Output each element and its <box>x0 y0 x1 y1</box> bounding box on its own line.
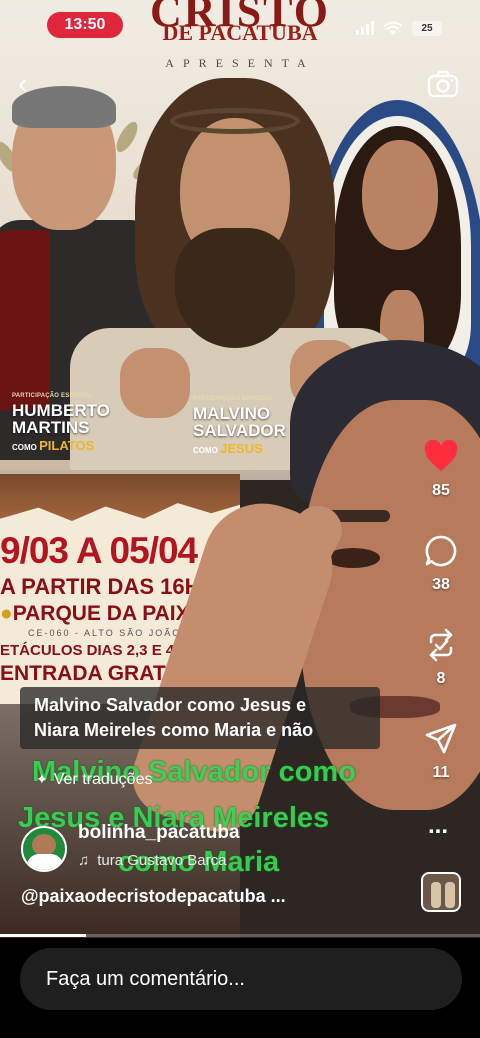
audio-thumbnail[interactable] <box>421 872 461 912</box>
share-count: 11 <box>432 764 450 781</box>
status-time: 13:50 <box>47 12 123 38</box>
back-icon[interactable]: ‹ <box>18 70 48 100</box>
repost-icon[interactable] <box>424 628 458 662</box>
comment-icon[interactable] <box>424 534 458 568</box>
status-icons: 25 <box>356 18 442 38</box>
comment-input[interactable]: Faça um comentário... <box>20 948 462 1010</box>
event-dates: 9/03 A 05/04 <box>0 530 198 571</box>
battery-icon: 25 <box>412 20 442 36</box>
caption-line2: Niara Meireles como Maria e não <box>34 720 314 740</box>
repost-count: 8 <box>436 670 446 687</box>
avatar[interactable] <box>21 826 67 872</box>
comment-button[interactable]: 38 <box>410 534 472 594</box>
credit-name-line2: MARTINS <box>12 418 90 437</box>
location-pin-icon: ● <box>0 602 13 625</box>
poster-presents: APRESENTA <box>165 56 315 70</box>
music-note-icon: ♫ <box>78 852 90 869</box>
more-options-button[interactable]: ... <box>428 812 448 840</box>
like-count: 85 <box>432 482 450 499</box>
poster-subtitle: DE PACATUBA <box>162 20 318 45</box>
cellular-signal-icon <box>356 21 374 35</box>
video-progress-fill <box>0 934 87 937</box>
credit-humberto: PARTICIPAÇÃO ESPECIAL HUMBERTO MARTINS C… <box>12 393 110 452</box>
credit-name-line1: HUMBERTO <box>12 401 110 420</box>
credit-small-label: PARTICIPAÇÃO ESPECIAL <box>12 393 93 399</box>
heart-icon[interactable] <box>424 440 458 474</box>
reel-video[interactable]: CRISTO DE PACATUBA APRESENTA PARTICIPAÇÃ… <box>0 0 480 938</box>
music-label[interactable]: ♫ tura Gustavo Barca <box>78 852 226 869</box>
see-translations-link[interactable]: ✦ Ver traduções <box>36 771 152 789</box>
comment-bar: Faça um comentário... <box>0 938 480 1038</box>
share-button[interactable]: 11 <box>410 722 472 782</box>
mention-link[interactable]: @paixaodecristodepacatuba ... <box>21 886 286 907</box>
repost-button[interactable]: 8 <box>410 628 472 688</box>
share-icon[interactable] <box>424 722 458 756</box>
event-location: CE-060 - ALTO SÃO JOÃO <box>28 628 182 638</box>
event-entry: ENTRADA GRATUI <box>0 662 187 685</box>
sparkle-icon: ✦ <box>36 771 48 787</box>
caption-subtitle: Malvino Salvador como Jesus e Niara Meir… <box>20 687 380 749</box>
torn-paper-decoration <box>0 474 240 522</box>
comment-count: 38 <box>432 576 450 593</box>
credit-role: COMO PILATOS <box>12 438 95 453</box>
event-time: A PARTIR DAS 16H <box>0 574 201 599</box>
caption-line1: Malvino Salvador como Jesus e <box>34 695 307 715</box>
wifi-icon <box>383 21 403 35</box>
author-username[interactable]: bolinha_pacatuba <box>78 822 240 844</box>
camera-icon[interactable] <box>427 70 459 98</box>
video-progress-bar[interactable] <box>0 934 480 937</box>
like-button[interactable]: 85 <box>410 440 472 500</box>
